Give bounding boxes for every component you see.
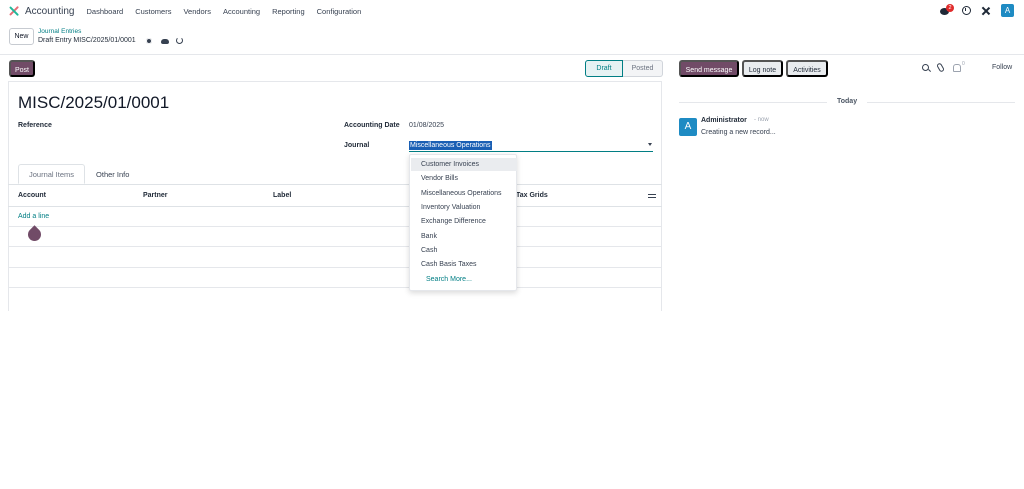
control-panel-divider — [0, 54, 1024, 55]
tabs-divider — [8, 184, 662, 185]
column-account[interactable]: Account — [18, 192, 46, 199]
message-time: - now — [754, 117, 769, 123]
journal-label: Journal — [344, 142, 370, 149]
messaging-icon[interactable]: 2 — [940, 3, 954, 16]
search-icon[interactable] — [922, 64, 929, 71]
status-posted[interactable]: Posted — [623, 60, 663, 77]
main-menu: Dashboard Customers Vendors Accounting R… — [86, 7, 373, 16]
table-header-divider — [8, 206, 662, 207]
reference-label: Reference — [18, 122, 52, 129]
menu-configuration[interactable]: Configuration — [317, 7, 362, 16]
app-brand[interactable]: Accounting — [8, 5, 74, 17]
column-label[interactable]: Label — [273, 192, 291, 199]
app-title[interactable]: Accounting — [25, 6, 74, 17]
follow-button[interactable]: Follow — [992, 64, 1012, 71]
journal-field[interactable]: Miscellaneous Operations — [409, 141, 653, 152]
debug-tools-icon[interactable] — [981, 6, 991, 16]
table-row — [8, 267, 662, 268]
journal-field-value[interactable]: Miscellaneous Operations — [409, 141, 492, 150]
breadcrumb-current: Draft Entry MISC/2025/01/0001 — [38, 37, 136, 44]
breadcrumb-parent[interactable]: Journal Entries — [38, 28, 81, 35]
save-cloud-icon[interactable] — [161, 39, 169, 44]
menu-customers[interactable]: Customers — [135, 7, 171, 16]
table-row — [8, 226, 662, 227]
message-author[interactable]: Administrator — [701, 117, 747, 124]
status-draft[interactable]: Draft — [585, 60, 623, 77]
date-divider-right — [867, 102, 1015, 103]
column-tax-grids[interactable]: Tax Grids — [516, 192, 548, 199]
top-navbar: Accounting Dashboard Customers Vendors A… — [0, 0, 1024, 22]
table-row — [8, 287, 662, 288]
journal-option[interactable]: Cash Basis Taxes — [411, 258, 517, 271]
follower-count: 0 — [962, 61, 965, 67]
chevron-down-icon[interactable] — [648, 143, 652, 146]
messaging-badge: 2 — [946, 3, 954, 12]
status-bar: Draft Posted — [585, 60, 663, 77]
user-avatar[interactable]: A — [1001, 4, 1014, 17]
message-body: Creating a new record... — [701, 129, 776, 136]
tab-journal-items[interactable]: Journal Items — [18, 164, 86, 184]
followers-icon[interactable] — [953, 64, 961, 72]
log-note-button[interactable]: Log note — [742, 60, 783, 77]
journal-dropdown: Customer Invoices Vendor Bills Miscellan… — [409, 154, 517, 291]
app-logo-icon — [8, 5, 20, 17]
activity-clock-icon[interactable] — [962, 6, 971, 15]
page-title: MISC/2025/01/0001 — [18, 93, 170, 112]
avatar[interactable]: A — [679, 118, 697, 136]
journal-option[interactable]: Customer Invoices — [411, 158, 517, 171]
tab-other-info[interactable]: Other Info — [85, 164, 140, 184]
gear-icon[interactable] — [146, 38, 152, 44]
post-button[interactable]: Post — [9, 60, 35, 77]
systray: 2 A — [940, 3, 1014, 17]
journal-option[interactable]: Inventory Valuation — [411, 201, 517, 214]
menu-dashboard[interactable]: Dashboard — [86, 7, 123, 16]
date-separator: Today — [837, 98, 858, 105]
menu-vendors[interactable]: Vendors — [183, 7, 211, 16]
form-sheet — [8, 81, 662, 311]
paperclip-icon[interactable] — [936, 62, 945, 73]
journal-option[interactable]: Bank — [411, 230, 517, 243]
notebook-tabs: Journal Items Other Info — [18, 164, 140, 184]
search-more-link[interactable]: Search More... — [426, 276, 472, 283]
column-partner[interactable]: Partner — [143, 192, 168, 199]
discard-undo-icon[interactable] — [176, 37, 183, 44]
accounting-date-field[interactable]: 01/08/2025 — [409, 122, 444, 129]
optional-columns-icon[interactable] — [648, 193, 656, 199]
date-divider-left — [679, 102, 827, 103]
table-row — [8, 246, 662, 247]
activities-button[interactable]: Activities — [786, 60, 828, 77]
journal-option[interactable]: Miscellaneous Operations — [411, 187, 517, 200]
accounting-date-label: Accounting Date — [344, 122, 400, 129]
journal-option[interactable]: Vendor Bills — [411, 172, 517, 185]
journal-option[interactable]: Cash — [411, 244, 517, 257]
journal-option[interactable]: Exchange Difference — [411, 215, 517, 228]
menu-accounting[interactable]: Accounting — [223, 7, 260, 16]
menu-reporting[interactable]: Reporting — [272, 7, 305, 16]
add-line-link[interactable]: Add a line — [18, 213, 49, 220]
send-message-button[interactable]: Send message — [679, 60, 739, 77]
new-button[interactable]: New — [9, 28, 34, 45]
